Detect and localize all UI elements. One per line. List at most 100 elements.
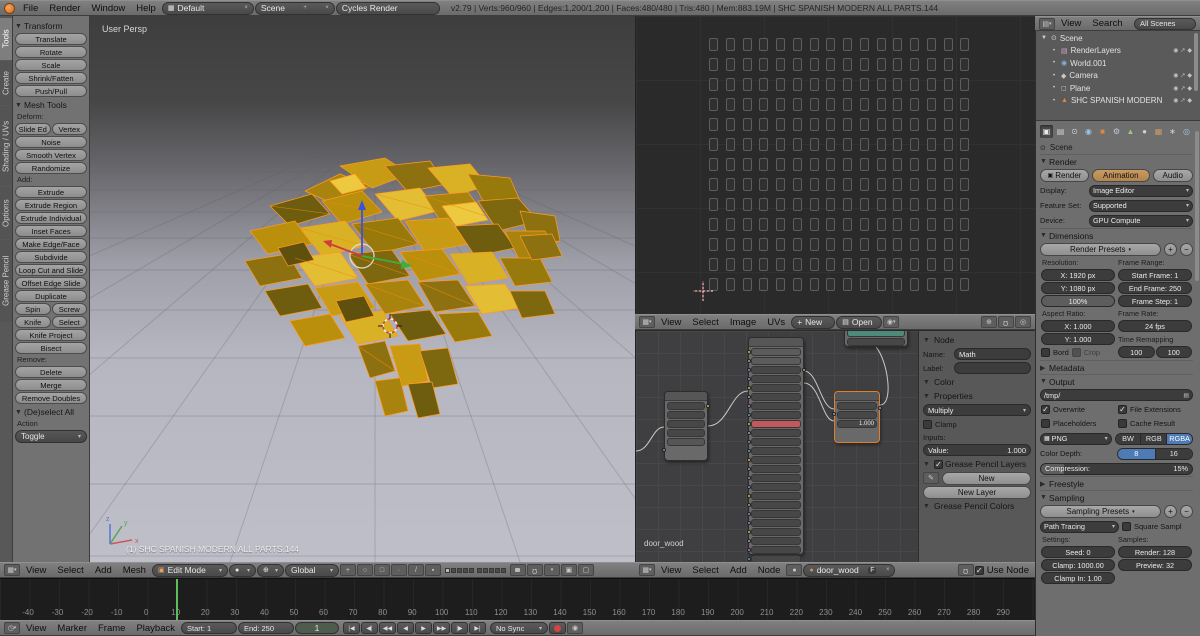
node-input-row[interactable]	[747, 492, 801, 500]
keying-set-icon[interactable]: ◉	[567, 622, 583, 634]
node-input-row[interactable]	[747, 546, 801, 554]
display-channels-selector[interactable]: ◉ ▾	[883, 316, 900, 328]
menu-view[interactable]: View	[21, 623, 51, 634]
new-image-button[interactable]: + New	[791, 315, 836, 329]
input-socket[interactable]	[832, 412, 836, 416]
output-socket[interactable]	[878, 406, 882, 410]
tab-shading-uvs[interactable]: Shading / UVs	[0, 106, 12, 186]
proportional-edit-icon[interactable]: ◎	[1015, 316, 1031, 328]
render-engine-selector[interactable]: Cycles Render	[335, 1, 440, 15]
node-input-row[interactable]	[747, 474, 801, 482]
node-input-row[interactable]	[747, 420, 801, 428]
clamp-checkbox[interactable]	[923, 419, 932, 429]
properties-tab-world-icon[interactable]: ◉	[1082, 125, 1095, 138]
shader-type-icon[interactable]: ●	[786, 564, 803, 576]
depth-16-option[interactable]: 16	[1155, 448, 1192, 459]
properties-tab-modifiers-icon[interactable]: ⚙	[1110, 125, 1123, 138]
editor-type-selector[interactable]: ◷ ▾	[4, 622, 20, 634]
menu-add[interactable]: Add	[725, 565, 752, 576]
tab-grease-pencil[interactable]: Grease Pencil	[0, 240, 12, 322]
fast-forward-button[interactable]: ▶▶	[433, 622, 450, 634]
input-socket[interactable]	[747, 521, 751, 525]
menu-frame[interactable]: Frame	[93, 623, 130, 634]
overwrite-checkbox[interactable]: ✓	[1041, 405, 1050, 414]
mode-selector[interactable]: ▣ Edit Mode ▾	[151, 563, 228, 577]
screen-layout-selector[interactable]: ▦ Default ×	[161, 1, 254, 15]
play-reverse-button[interactable]: ◀	[397, 622, 414, 634]
output-path-field[interactable]: /tmp/▤	[1040, 389, 1193, 401]
dot-icon[interactable]: •	[1050, 73, 1058, 79]
record-button[interactable]	[549, 622, 566, 634]
node-header[interactable]	[835, 392, 879, 401]
node-input-row[interactable]	[747, 510, 801, 518]
node-input-row[interactable]	[747, 357, 801, 365]
input-socket[interactable]	[747, 467, 751, 471]
properties-tab-render-layers-icon[interactable]: ▤	[1054, 125, 1067, 138]
outliner-item[interactable]: • ◆ Camera ◉ ↗ ◆	[1038, 70, 1198, 83]
preview-samples-field[interactable]: Preview: 32	[1118, 559, 1192, 571]
resolution-y-field[interactable]: Y: 1080 px	[1041, 282, 1115, 294]
toolshelf-button[interactable]: Inset Faces	[15, 225, 87, 237]
menu-mesh[interactable]: Mesh	[118, 565, 151, 576]
menu-add[interactable]: Add	[90, 565, 117, 576]
toolshelf-button[interactable]: Bisect	[15, 342, 87, 354]
start-frame-field[interactable]: Start: 1	[181, 622, 237, 634]
node-header[interactable]	[749, 338, 803, 347]
toolshelf-button[interactable]: Extrude Region	[15, 199, 87, 211]
toolshelf-button[interactable]: Remove Doubles	[15, 392, 87, 404]
jump-to-end-button[interactable]: ▶|	[469, 622, 486, 634]
node-input-row[interactable]	[747, 447, 801, 455]
input-socket[interactable]	[747, 413, 751, 417]
node-input-row[interactable]	[747, 384, 801, 392]
pivot-icon[interactable]: ⊕	[981, 316, 997, 328]
viewport-3d[interactable]: x y z User Persp (1) SHC SPANISH MODERN …	[90, 16, 635, 562]
layer-toggle[interactable]	[462, 567, 468, 573]
sampling-section-header[interactable]: ▼ Sampling	[1040, 490, 1193, 504]
select-arrow-icon[interactable]: ↗	[1180, 72, 1185, 79]
manipulator-rotate-toggle[interactable]: ○	[356, 564, 373, 576]
properties-tab-texture-icon[interactable]: ▦	[1152, 125, 1165, 138]
texture-node[interactable]	[662, 391, 710, 461]
input-socket[interactable]	[747, 350, 751, 354]
node-input-row[interactable]	[747, 537, 801, 545]
input-socket[interactable]	[747, 512, 751, 516]
editor-type-selector[interactable]: ▤ ▾	[1039, 17, 1055, 30]
input-socket[interactable]	[747, 494, 751, 498]
menu-view[interactable]: View	[656, 317, 686, 328]
dimensions-section-header[interactable]: ▼ Dimensions	[1040, 228, 1193, 242]
menu-view[interactable]: View	[21, 565, 51, 576]
toolshelf-dropdown[interactable]: Toggle ▾	[15, 430, 87, 443]
mesh-object[interactable]	[244, 157, 563, 419]
toolshelf-button[interactable]: Extrude	[15, 186, 87, 198]
visibility-toggles[interactable]: ◉ ↗ ◆	[1173, 97, 1198, 104]
input-socket[interactable]	[747, 503, 751, 507]
compression-slider[interactable]: Compression: 15%	[1040, 462, 1193, 475]
dot-icon[interactable]: •	[1050, 98, 1058, 104]
layer-toggle[interactable]	[494, 567, 500, 573]
toolshelf-button[interactable]: Duplicate	[15, 290, 87, 302]
snap-icon[interactable]: Ω	[957, 564, 974, 576]
sampling-presets-selector[interactable]: Sampling Presets ▾	[1040, 505, 1161, 518]
output-node-partial[interactable]	[844, 331, 908, 347]
output-socket[interactable]	[802, 368, 806, 372]
input-socket[interactable]	[747, 530, 751, 534]
input-socket[interactable]	[747, 449, 751, 453]
square-samples-checkbox[interactable]	[1122, 522, 1131, 531]
properties-tab-scene-icon[interactable]: ⊙	[1068, 125, 1081, 138]
close-icon[interactable]: ×	[244, 5, 248, 11]
snap-icon[interactable]: Ω	[998, 316, 1014, 328]
layer-toggle[interactable]	[482, 567, 488, 573]
eye-icon[interactable]: ◉	[1173, 47, 1178, 54]
file-format-selector[interactable]: ▦ PNG ▾	[1040, 432, 1112, 445]
node-input-row[interactable]	[747, 411, 801, 419]
shading-selector[interactable]: ● ▾	[228, 563, 256, 577]
input-socket[interactable]	[747, 359, 751, 363]
plus-icon[interactable]: +	[303, 5, 307, 11]
toolshelf-button[interactable]: Select	[51, 316, 87, 328]
camera-toggle-icon[interactable]: ◆	[1187, 72, 1192, 79]
eye-icon[interactable]: ◉	[1173, 72, 1178, 79]
toolshelf-section-header[interactable]: ▼ Transform	[15, 19, 87, 33]
jump-to-prev-keyframe-button[interactable]: ◀|	[361, 622, 378, 634]
clamp-indirect-field[interactable]: Clamp In: 1.00	[1041, 572, 1115, 584]
integrator-selector[interactable]: Path Tracing ▾	[1040, 520, 1119, 533]
